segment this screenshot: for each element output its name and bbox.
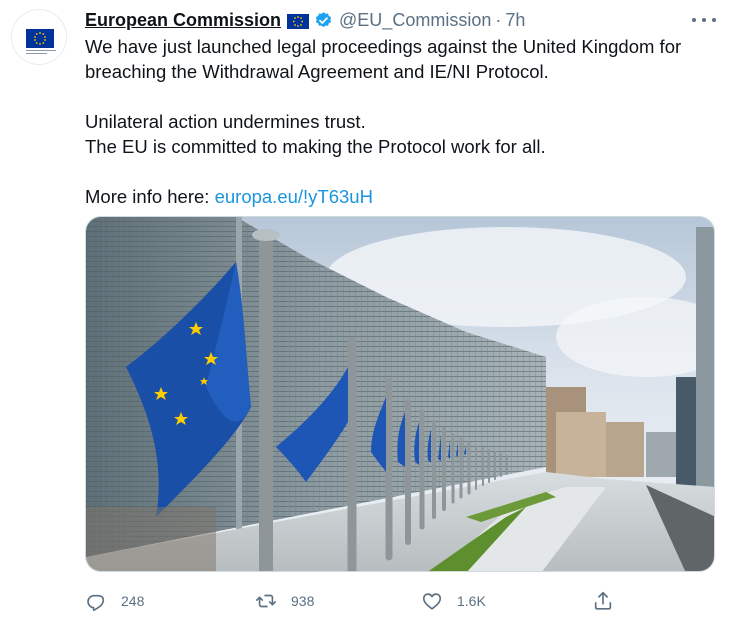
author-name[interactable]: European Commission bbox=[85, 10, 281, 31]
like-count: 1.6K bbox=[457, 593, 486, 609]
logo-text-lines bbox=[26, 50, 56, 56]
tweet-photo[interactable] bbox=[85, 216, 715, 572]
berlaymont-building-with-eu-flags-photo bbox=[86, 217, 714, 571]
share-icon bbox=[594, 591, 612, 610]
separator-dot: · bbox=[495, 9, 502, 30]
tweet-more-info: More info here: europa.eu/!yT63uH bbox=[85, 184, 715, 209]
retweet-button[interactable]: 938 bbox=[255, 588, 314, 614]
avatar[interactable] bbox=[11, 9, 67, 65]
tweet-header: European Commission @EU_Commission · 7h bbox=[85, 8, 525, 32]
author-handle[interactable]: @EU_Commission bbox=[339, 10, 491, 31]
verified-badge-icon bbox=[314, 11, 333, 30]
tweet-paragraph-1: We have just launched legal proceedings … bbox=[85, 36, 682, 82]
like-button[interactable]: 1.6K bbox=[421, 588, 486, 614]
more-info-label: More info here: bbox=[85, 186, 215, 207]
heart-icon bbox=[422, 593, 442, 610]
tweet-paragraph-3: The EU is committed to making the Protoc… bbox=[85, 136, 546, 157]
tweet-text: We have just launched legal proceedings … bbox=[85, 34, 715, 209]
reply-icon bbox=[87, 594, 105, 611]
tweet-actions: 248 938 1.6K bbox=[85, 588, 620, 614]
retweet-icon bbox=[256, 594, 276, 608]
tweet-link[interactable]: europa.eu/!yT63uH bbox=[215, 186, 373, 207]
tweet-timestamp[interactable]: 7h bbox=[505, 10, 525, 31]
eu-flag-icon bbox=[287, 13, 310, 29]
tweet-paragraph-2: Unilateral action undermines trust. bbox=[85, 111, 366, 132]
more-options-icon[interactable] bbox=[692, 10, 716, 30]
reply-button[interactable]: 248 bbox=[85, 588, 144, 614]
retweet-count: 938 bbox=[291, 593, 315, 609]
share-button[interactable] bbox=[592, 588, 614, 614]
reply-count: 248 bbox=[121, 593, 145, 609]
eu-flag-icon bbox=[26, 29, 54, 48]
